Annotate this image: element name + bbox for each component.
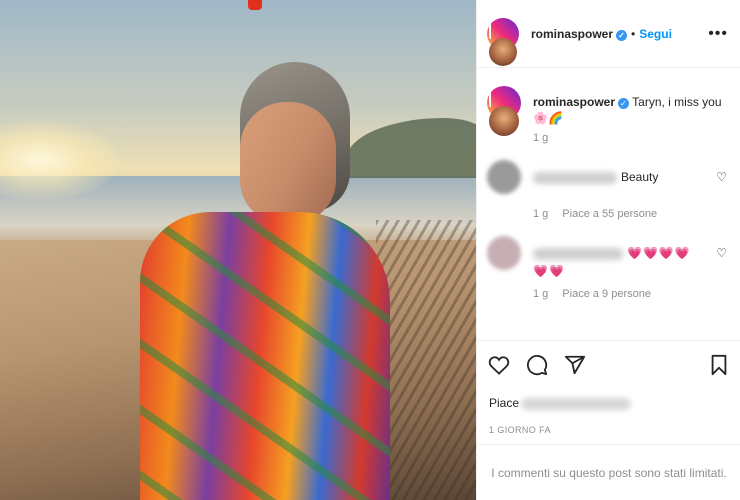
comment-text: Beauty [533,160,703,186]
caption-avatar-ring [489,86,519,155]
comment-row: 💗💗💗💗💗💗 ♡ [487,236,727,280]
comments-limited-notice: I commenti su questo post sono stati lim… [477,444,740,500]
photo-top-mark [248,0,262,10]
comment-row: Beauty ♡ [487,160,727,194]
commenter-name-blurred[interactable] [533,247,623,260]
post-timestamp[interactable]: 1 GIORNO FA [489,425,551,435]
author-username[interactable]: rominaspower ✓ [531,27,628,41]
comment-meta: 1 g Piace a 9 persone [533,288,727,300]
likes-summary[interactable]: Piace [489,396,632,410]
comment-icon[interactable] [525,353,549,377]
follow-button[interactable]: Segui [639,27,672,41]
caption-meta: 1 g [533,132,727,144]
caption-age[interactable]: 1 g [533,132,548,144]
photo-person [140,62,390,500]
post-header: rominaspower ✓ • Segui ••• [477,0,740,85]
comments-limited-text: I commenti su questo post sono stati lim… [491,465,727,480]
author-username-text[interactable]: rominaspower [531,27,613,41]
caption-username[interactable]: rominaspower [533,95,615,109]
comment-age[interactable]: 1 g [533,288,548,300]
comment-age[interactable]: 1 g [533,208,548,220]
comment-like-icon[interactable]: ♡ [716,160,727,184]
comment-likes[interactable]: Piace a 55 persone [562,208,657,220]
post-side-panel: rominaspower ✓ • Segui ••• rominaspower ✓ … [476,0,740,500]
commenter-avatar-blurred[interactable] [487,160,521,194]
commenter-name-blurred[interactable] [533,171,617,184]
comment-likes[interactable]: Piace a 9 persone [562,288,651,300]
separator-dot: • [631,26,636,41]
photo-tracks [376,220,476,500]
likes-prefix: Piace [489,396,520,410]
comment-meta: 1 g Piace a 55 persone [533,208,727,220]
verified-icon: ✓ [616,29,628,41]
comment-like-icon[interactable]: ♡ [716,236,727,260]
paper-plane-icon[interactable] [563,353,587,377]
commenter-avatar-blurred[interactable] [487,236,521,270]
bookmark-icon[interactable] [707,353,731,377]
more-options-icon[interactable]: ••• [706,25,730,43]
author-avatar[interactable] [487,17,519,85]
caption-row: rominaspower ✓ Taryn, i miss you 🌸🌈 [487,86,727,155]
photo-towel [140,212,390,500]
verified-icon: ✓ [618,98,630,109]
likes-names-blurred[interactable] [521,397,632,410]
photo-face [240,102,336,224]
caption-avatar[interactable] [487,86,521,155]
post-actions [477,340,740,388]
heart-icon[interactable] [487,353,511,377]
caption-avatar-image [489,106,519,136]
post-photo[interactable] [0,0,476,500]
author-avatar-image [489,37,517,66]
comment-body: Beauty [621,170,659,184]
caption-text: rominaspower ✓ Taryn, i miss you 🌸🌈 [533,86,727,126]
comment-text: 💗💗💗💗💗💗 [533,236,703,280]
comments-list[interactable]: rominaspower ✓ Taryn, i miss you 🌸🌈 1 g B… [477,70,740,332]
